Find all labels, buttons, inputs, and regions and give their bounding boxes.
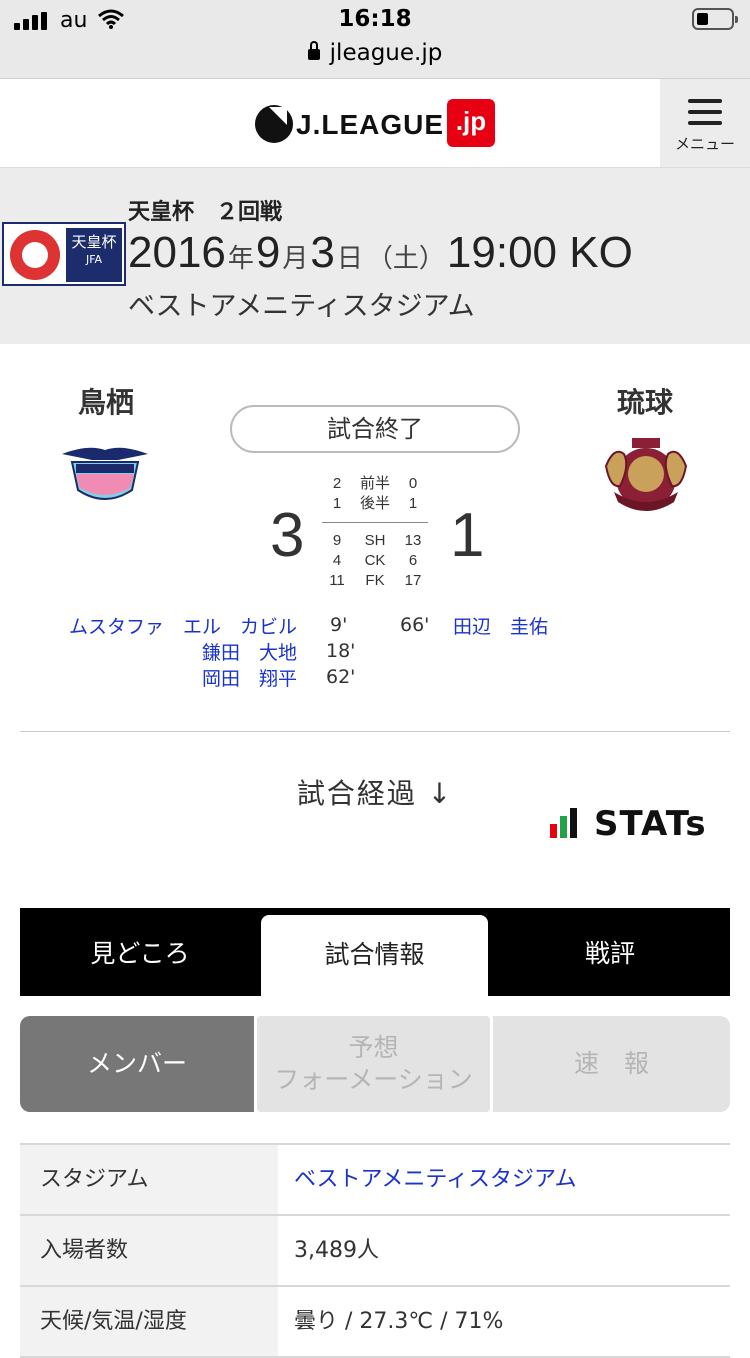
away-score: 1 [450, 501, 485, 570]
match-stats-table: 2 前半 0 1 後半 1 9 SH 13 4 CK 6 11 FK 17 [322, 474, 428, 591]
main-tab-bar: 見どころ 試合情報 戦評 [20, 908, 730, 996]
browser-status-bar: au 16:18 jleague.jp [0, 0, 750, 79]
stats-row-shots: 9 SH 13 [332, 532, 422, 549]
logo-text[interactable]: J.LEAGUE [296, 109, 444, 141]
stats-row-first-half: 2 前半 0 [332, 475, 418, 492]
tab-highlights[interactable]: 見どころ [20, 908, 260, 996]
cup-badge-title: 天皇杯 [71, 233, 117, 251]
battery-icon [692, 8, 738, 30]
home-score: 3 [270, 501, 305, 570]
info-value: 3,489人 [294, 1238, 379, 1263]
stadium-link[interactable]: ベストアメニティスタジアム [294, 1145, 576, 1214]
info-row-stadium: スタジアム ベストアメニティスタジアム [20, 1145, 730, 1216]
emperors-cup-logo: 天皇杯 JFA [2, 222, 126, 286]
tab-match-info[interactable]: 試合情報 [261, 915, 488, 996]
subtab-predicted-formation[interactable]: 予想 フォーメーション [257, 1016, 490, 1112]
info-row-attendance: 入場者数 3,489人 [20, 1216, 730, 1287]
section-divider [20, 731, 730, 732]
lock-icon [307, 41, 320, 60]
home-goal-scorer[interactable]: ムスタファ エル カビル [69, 612, 297, 639]
stats-row-free-kicks: 11 FK 17 [329, 572, 422, 589]
subtab-live-report[interactable]: 速 報 [493, 1016, 730, 1112]
stats-divider [322, 522, 428, 523]
cup-ball-icon [10, 230, 60, 280]
info-key: スタジアム [20, 1145, 278, 1214]
kickoff-datetime: 2016年9月3日 （土）19:00 KO [128, 228, 633, 277]
away-goal-scorer[interactable]: 田辺 圭佑 [453, 612, 548, 639]
info-value: 曇り / 27.3℃ / 71% [294, 1309, 504, 1334]
match-header: 天皇杯 JFA 天皇杯 ２回戦 2016年9月3日 （土）19:00 KO ベストア… [0, 168, 750, 344]
cup-badge-sub: JFA [85, 253, 103, 266]
menu-label: メニュー [674, 135, 735, 153]
sub-tab-bar: メンバー 予想 フォーメーション 速 報 [20, 1016, 730, 1112]
home-goal-scorer[interactable]: 鎌田 大地 [202, 638, 297, 665]
jleague-logo-icon[interactable] [255, 105, 293, 143]
home-team-name[interactable]: 鳥栖 [36, 381, 176, 421]
site-header: J.LEAGUE .jp メニュー [0, 79, 750, 168]
url-bar[interactable]: jleague.jp [0, 40, 750, 66]
status-time: 16:18 [338, 6, 412, 32]
subtab-members[interactable]: メンバー [20, 1016, 254, 1112]
info-key: 入場者数 [20, 1216, 278, 1285]
stats-row-corners: 4 CK 6 [332, 552, 418, 569]
away-goal-minute: 66' [400, 614, 430, 636]
stats-brand-text: STATs [594, 804, 707, 844]
home-goal-minute: 62' [326, 666, 356, 688]
home-goal-scorer[interactable]: 岡田 翔平 [202, 664, 297, 691]
home-team-emblem-icon[interactable] [58, 440, 152, 510]
away-team-name[interactable]: 琉球 [575, 381, 715, 421]
home-goal-minute: 18' [326, 640, 356, 662]
home-goal-minute: 9' [330, 614, 348, 636]
match-status-badge: 試合終了 [230, 405, 520, 453]
match-info-table: スタジアム ベストアメニティスタジアム 入場者数 3,489人 天候/気温/湿度… [20, 1143, 730, 1358]
tab-review[interactable]: 戦評 [490, 908, 730, 996]
logo-jp-badge[interactable]: .jp [447, 99, 495, 147]
away-team-emblem-icon[interactable] [600, 436, 692, 518]
info-row-weather: 天候/気温/湿度 曇り / 27.3℃ / 71% [20, 1287, 730, 1358]
competition-name: 天皇杯 ２回戦 [128, 200, 283, 225]
menu-button[interactable]: メニュー [660, 79, 750, 167]
venue-name: ベストアメニティスタジアム [128, 291, 475, 322]
url-text: jleague.jp [329, 40, 443, 66]
info-key: 天候/気温/湿度 [20, 1287, 278, 1356]
stats-row-second-half: 1 後半 1 [332, 495, 418, 512]
